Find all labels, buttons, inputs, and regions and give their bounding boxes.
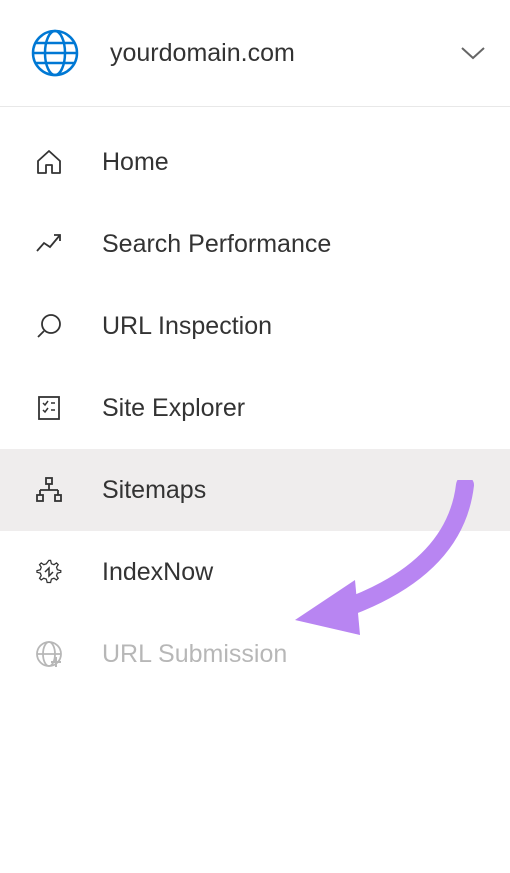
- nav-label: IndexNow: [102, 558, 213, 587]
- search-icon: [34, 311, 64, 341]
- nav-item-home[interactable]: Home: [0, 121, 510, 203]
- nav-label: Search Performance: [102, 230, 331, 259]
- site-name: yourdomain.com: [110, 39, 460, 68]
- chevron-down-icon: [460, 46, 486, 60]
- home-icon: [34, 147, 64, 177]
- nav-list: Home Search Performance URL Inspection: [0, 107, 510, 695]
- nav-item-indexnow[interactable]: IndexNow: [0, 531, 510, 613]
- nav-label: Site Explorer: [102, 394, 245, 423]
- nav-item-url-inspection[interactable]: URL Inspection: [0, 285, 510, 367]
- nav-item-search-performance[interactable]: Search Performance: [0, 203, 510, 285]
- gear-icon: [34, 557, 64, 587]
- nav-item-sitemaps[interactable]: Sitemaps: [0, 449, 510, 531]
- trend-icon: [34, 229, 64, 259]
- sitemap-icon: [34, 475, 64, 505]
- nav-item-url-submission[interactable]: URL Submission: [0, 613, 510, 695]
- nav-label: Home: [102, 148, 169, 177]
- globe-plus-icon: [34, 639, 64, 669]
- fade-overlay: [0, 793, 510, 873]
- nav-label: URL Submission: [102, 640, 287, 669]
- nav-label: Sitemaps: [102, 476, 206, 505]
- nav-item-site-explorer[interactable]: Site Explorer: [0, 367, 510, 449]
- globe-icon: [30, 28, 80, 78]
- site-selector[interactable]: yourdomain.com: [0, 0, 510, 107]
- nav-label: URL Inspection: [102, 312, 272, 341]
- list-check-icon: [34, 393, 64, 423]
